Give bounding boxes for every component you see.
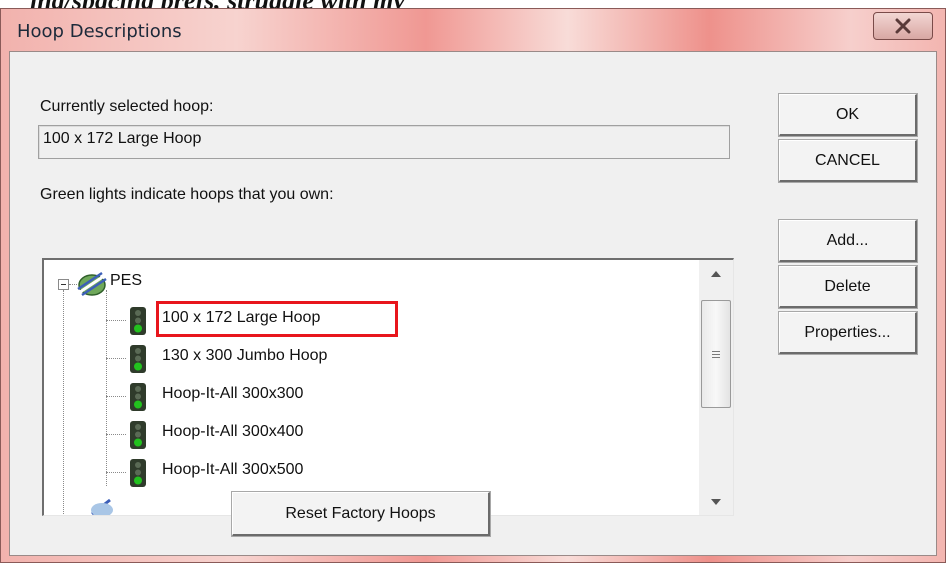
triangle-down-icon xyxy=(711,499,721,505)
current-hoop-field: 100 x 172 Large Hoop xyxy=(38,125,730,159)
hoop-tree[interactable]: PES 100 x 172 Large Hoop 130 x 300 Jumbo… xyxy=(42,258,734,516)
pes-logo-icon xyxy=(77,271,107,297)
traffic-light-icon xyxy=(130,421,146,449)
current-hoop-label: Currently selected hoop: xyxy=(40,98,214,115)
partial-root-icon xyxy=(91,498,113,515)
traffic-light-icon xyxy=(130,307,146,335)
tree-item[interactable]: Hoop-It-All 300x500 xyxy=(44,452,694,488)
tree-item-label: Hoop-It-All 300x300 xyxy=(162,385,304,402)
selected-hoop-highlight xyxy=(156,301,398,337)
ok-button[interactable]: OK xyxy=(778,93,918,137)
scroll-down-arrow[interactable] xyxy=(699,490,733,514)
delete-button[interactable]: Delete xyxy=(778,265,918,309)
reset-factory-hoops-button[interactable]: Reset Factory Hoops xyxy=(231,491,491,537)
dialog-title: Hoop Descriptions xyxy=(17,21,182,42)
tree-instructions-label: Green lights indicate hoops that you own… xyxy=(40,186,334,203)
properties-button[interactable]: Properties... xyxy=(778,311,918,355)
scroll-thumb[interactable] xyxy=(701,300,731,408)
tree-item-label: Hoop-It-All 300x500 xyxy=(162,461,304,478)
traffic-light-icon xyxy=(130,345,146,373)
cancel-button[interactable]: CANCEL xyxy=(778,139,918,183)
grip-icon xyxy=(712,349,720,360)
tree-item[interactable]: Hoop-It-All 300x400 xyxy=(44,414,694,450)
tree-scrollbar[interactable] xyxy=(699,260,733,515)
tree-item-label: Hoop-It-All 300x400 xyxy=(162,423,304,440)
traffic-light-icon xyxy=(130,383,146,411)
tree-root-label: PES xyxy=(110,272,143,289)
traffic-light-icon xyxy=(130,459,146,487)
triangle-up-icon xyxy=(711,271,721,277)
add-button[interactable]: Add... xyxy=(778,219,918,263)
scroll-up-arrow[interactable] xyxy=(699,262,733,286)
dialog-client-area: Currently selected hoop: 100 x 172 Large… xyxy=(9,51,937,556)
tree-root-pes[interactable]: PES xyxy=(44,260,694,297)
tree-item[interactable]: 130 x 300 Jumbo Hoop xyxy=(44,338,694,374)
close-button[interactable] xyxy=(873,12,933,40)
close-icon xyxy=(895,18,911,34)
hoop-descriptions-dialog: Hoop Descriptions Currently selected hoo… xyxy=(0,8,946,563)
tree-item-label: 130 x 300 Jumbo Hoop xyxy=(162,347,328,364)
collapse-toggle[interactable] xyxy=(58,279,69,290)
tree-item[interactable]: Hoop-It-All 300x300 xyxy=(44,376,694,412)
